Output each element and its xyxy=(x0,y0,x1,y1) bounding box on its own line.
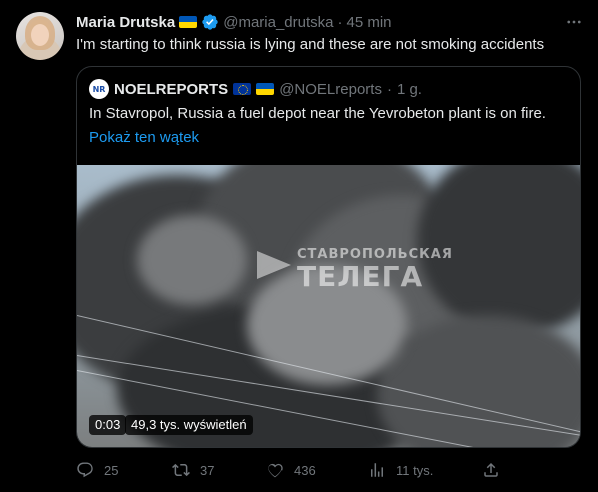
telegram-plane-icon xyxy=(257,251,291,279)
share-button[interactable] xyxy=(482,458,500,482)
verified-icon xyxy=(202,14,218,30)
quote-avatar[interactable]: NR xyxy=(89,79,109,99)
quoted-tweet[interactable]: NR NOELREPORTS @NOELreports · 1 g. In St… xyxy=(76,66,581,448)
like-button[interactable]: 436 xyxy=(266,458,316,482)
author-name[interactable]: Maria Drutska xyxy=(76,14,175,31)
retweet-count: 37 xyxy=(200,462,215,478)
views-icon xyxy=(371,463,383,477)
retweet-button[interactable]: 37 xyxy=(172,458,214,482)
video-watermark: СТАВРОПОЛЬСКАЯ ТЕЛЕГА xyxy=(257,247,453,293)
tweet-text: I'm starting to think russia is lying an… xyxy=(76,36,545,53)
reply-icon xyxy=(77,462,93,478)
reply-button[interactable]: 25 xyxy=(76,458,118,482)
watermark-line2: ТЕЛЕГА xyxy=(297,260,424,293)
reply-count: 25 xyxy=(104,462,119,478)
smoke-cloud xyxy=(137,215,247,305)
author-handle[interactable]: @maria_drutska xyxy=(223,14,333,31)
views-button[interactable]: 11 tys. xyxy=(368,458,433,482)
like-count: 436 xyxy=(294,462,316,478)
retweet-icon xyxy=(172,463,190,477)
quote-header: NR NOELREPORTS @NOELreports · 1 g. xyxy=(89,79,422,99)
video-duration-badge: 0:03 xyxy=(89,415,127,435)
more-icon[interactable] xyxy=(564,12,584,32)
separator: · xyxy=(386,80,392,98)
quote-author-handle: @NOELreports xyxy=(279,80,382,98)
share-icon xyxy=(484,462,498,477)
eu-flag-icon xyxy=(233,83,252,95)
views-count: 11 tys. xyxy=(396,462,434,478)
video-player[interactable]: СТАВРОПОЛЬСКАЯ ТЕЛЕГА 0:03 49,3 tys. wyś… xyxy=(77,165,580,447)
quote-time: 1 g. xyxy=(396,80,422,98)
ukraine-flag-icon xyxy=(256,83,275,95)
quote-text: In Stavropol, Russia a fuel depot near t… xyxy=(89,105,546,122)
like-icon xyxy=(268,463,283,478)
avatar-face xyxy=(31,24,49,46)
avatar[interactable] xyxy=(16,12,64,60)
ukraine-flag-icon xyxy=(179,16,198,28)
tweet-header: Maria Drutska @maria_drutska · 45 min xyxy=(76,12,586,32)
show-thread-link[interactable]: Pokaż ten wątek xyxy=(89,129,199,146)
quote-author-name: NOELREPORTS xyxy=(114,80,229,98)
video-views-badge: 49,3 tys. wyświetleń xyxy=(125,415,253,435)
tweet-time[interactable]: 45 min xyxy=(347,14,392,31)
action-bar: 25 37 436 11 tys. xyxy=(76,458,581,482)
separator: · xyxy=(337,13,343,31)
tweet[interactable]: Maria Drutska @maria_drutska · 45 min I'… xyxy=(0,0,598,492)
